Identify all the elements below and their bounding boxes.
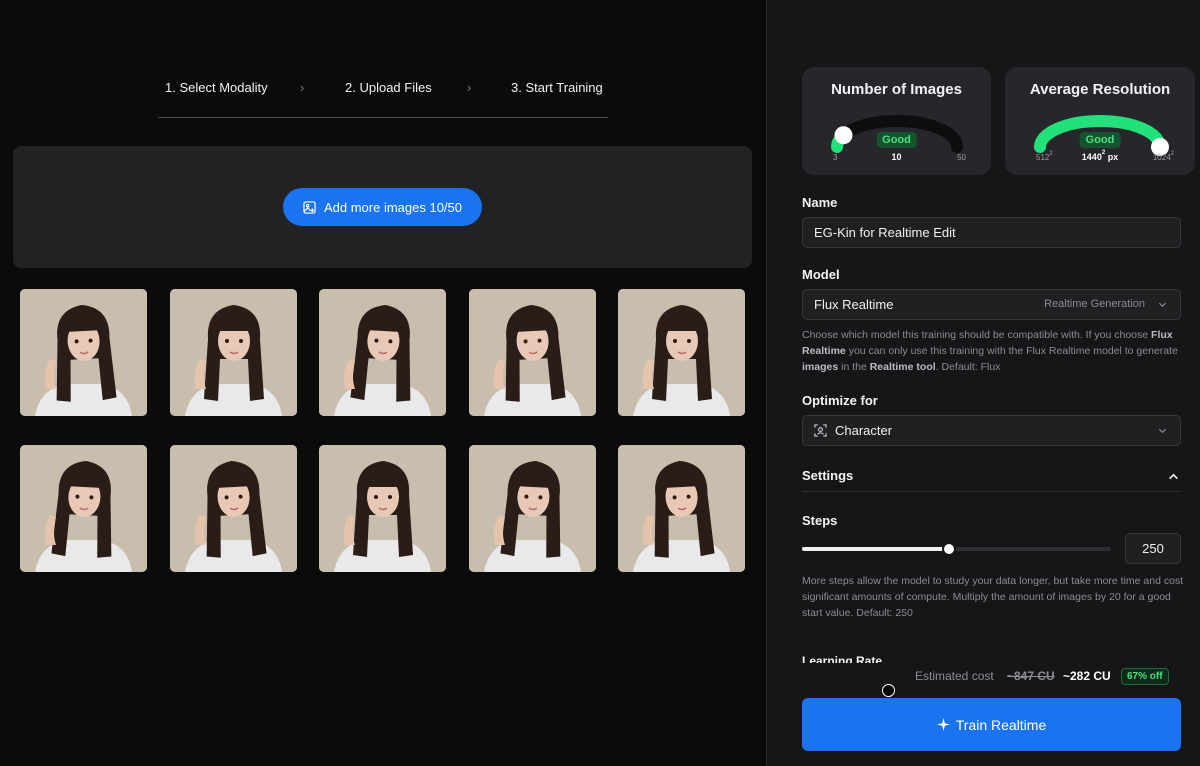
status-badge: Good (1079, 132, 1121, 148)
optimize-label: Optimize for (802, 393, 878, 408)
train-realtime-button[interactable]: Train Realtime (802, 698, 1181, 751)
image-thumbnail[interactable] (20, 289, 147, 416)
settings-label: Settings (802, 468, 854, 483)
portrait-image (319, 445, 446, 572)
gauge-knob (834, 126, 853, 145)
portrait-image (469, 289, 596, 416)
training-settings-pane: Number of Images Good 10 3 50 Average Re… (766, 0, 1200, 766)
gauge-min: 3 (833, 153, 838, 162)
learning-rate-label: Learning Rate (802, 654, 883, 663)
steps-slider-handle[interactable] (941, 542, 956, 556)
add-images-label: Add more images 10/50 (323, 199, 463, 215)
model-hint: Realtime Generation (1044, 298, 1145, 310)
steps-slider[interactable] (802, 542, 1111, 556)
card-title: Number of Images (831, 81, 962, 98)
image-add-icon (303, 200, 316, 214)
gauge-max: 10242 (1152, 151, 1174, 162)
sparkle-icon (936, 718, 950, 731)
image-thumbnail[interactable] (170, 289, 297, 416)
name-label: Name (802, 195, 838, 210)
portrait-image (20, 445, 147, 572)
steps-help-text: More steps allow the model to study your… (802, 575, 1184, 619)
chevron-up-icon (1169, 473, 1178, 480)
name-input[interactable]: EG-Kin for Realtime Edit (802, 217, 1181, 248)
image-thumbnail[interactable] (20, 445, 147, 572)
number-of-images-card: Number of Images Good 10 3 50 (802, 67, 991, 175)
chevron-right-icon: › (467, 80, 472, 95)
steps-label: Steps (802, 513, 838, 528)
face-scan-icon (814, 424, 827, 437)
image-thumbnail[interactable] (319, 445, 446, 572)
step-upload-files[interactable]: 2. Upload Files (345, 80, 432, 95)
gauge-min: 5122 (1036, 151, 1053, 162)
stepper: 1. Select Modality › 2. Upload Files › 3… (158, 72, 608, 118)
portrait-image (170, 445, 297, 572)
discounted-cost: ~282 CU (1063, 669, 1111, 683)
steps-input[interactable]: 250 (1125, 533, 1181, 564)
image-thumbnail[interactable] (170, 445, 297, 572)
optimize-select[interactable]: Character (802, 415, 1181, 446)
add-images-button[interactable]: Add more images 10/50 (283, 188, 482, 226)
model-select[interactable]: Flux Realtime Realtime Generation (802, 289, 1181, 320)
portrait-image (170, 289, 297, 416)
step-start-training[interactable]: 3. Start Training (511, 80, 603, 95)
discount-badge: 67% off (1121, 668, 1169, 685)
settings-toggle[interactable]: Settings (802, 462, 1181, 492)
card-title: Average Resolution (1029, 81, 1171, 98)
portrait-image (618, 289, 745, 416)
portrait-image (20, 289, 147, 416)
image-thumbnail[interactable] (618, 445, 745, 572)
estimated-cost-label: Estimated cost (915, 669, 994, 683)
image-thumbnail[interactable] (319, 289, 446, 416)
average-resolution-card: Average Resolution Good 14402 px 5122 10… (1005, 67, 1195, 175)
cursor-indicator (882, 684, 895, 697)
upload-pane: 1. Select Modality › 2. Upload Files › 3… (0, 0, 766, 766)
portrait-image (319, 289, 446, 416)
model-help-text: Choose which model this training should … (802, 329, 1178, 373)
steps-slider-fill (802, 547, 949, 551)
step-select-modality[interactable]: 1. Select Modality (165, 80, 268, 95)
original-cost: ~847 CU (1007, 669, 1055, 683)
portrait-image (618, 445, 745, 572)
status-badge: Good (876, 132, 917, 148)
gauge-max: 50 (957, 153, 966, 162)
chevron-right-icon: › (300, 80, 305, 95)
portrait-image (469, 445, 596, 572)
image-thumbnail[interactable] (469, 289, 596, 416)
image-thumbnail[interactable] (618, 289, 745, 416)
chevron-down-icon (1158, 302, 1167, 308)
model-label: Model (802, 267, 840, 282)
train-button-label: Train Realtime (955, 716, 1047, 733)
image-thumbnail[interactable] (469, 445, 596, 572)
chevron-down-icon (1158, 428, 1167, 434)
